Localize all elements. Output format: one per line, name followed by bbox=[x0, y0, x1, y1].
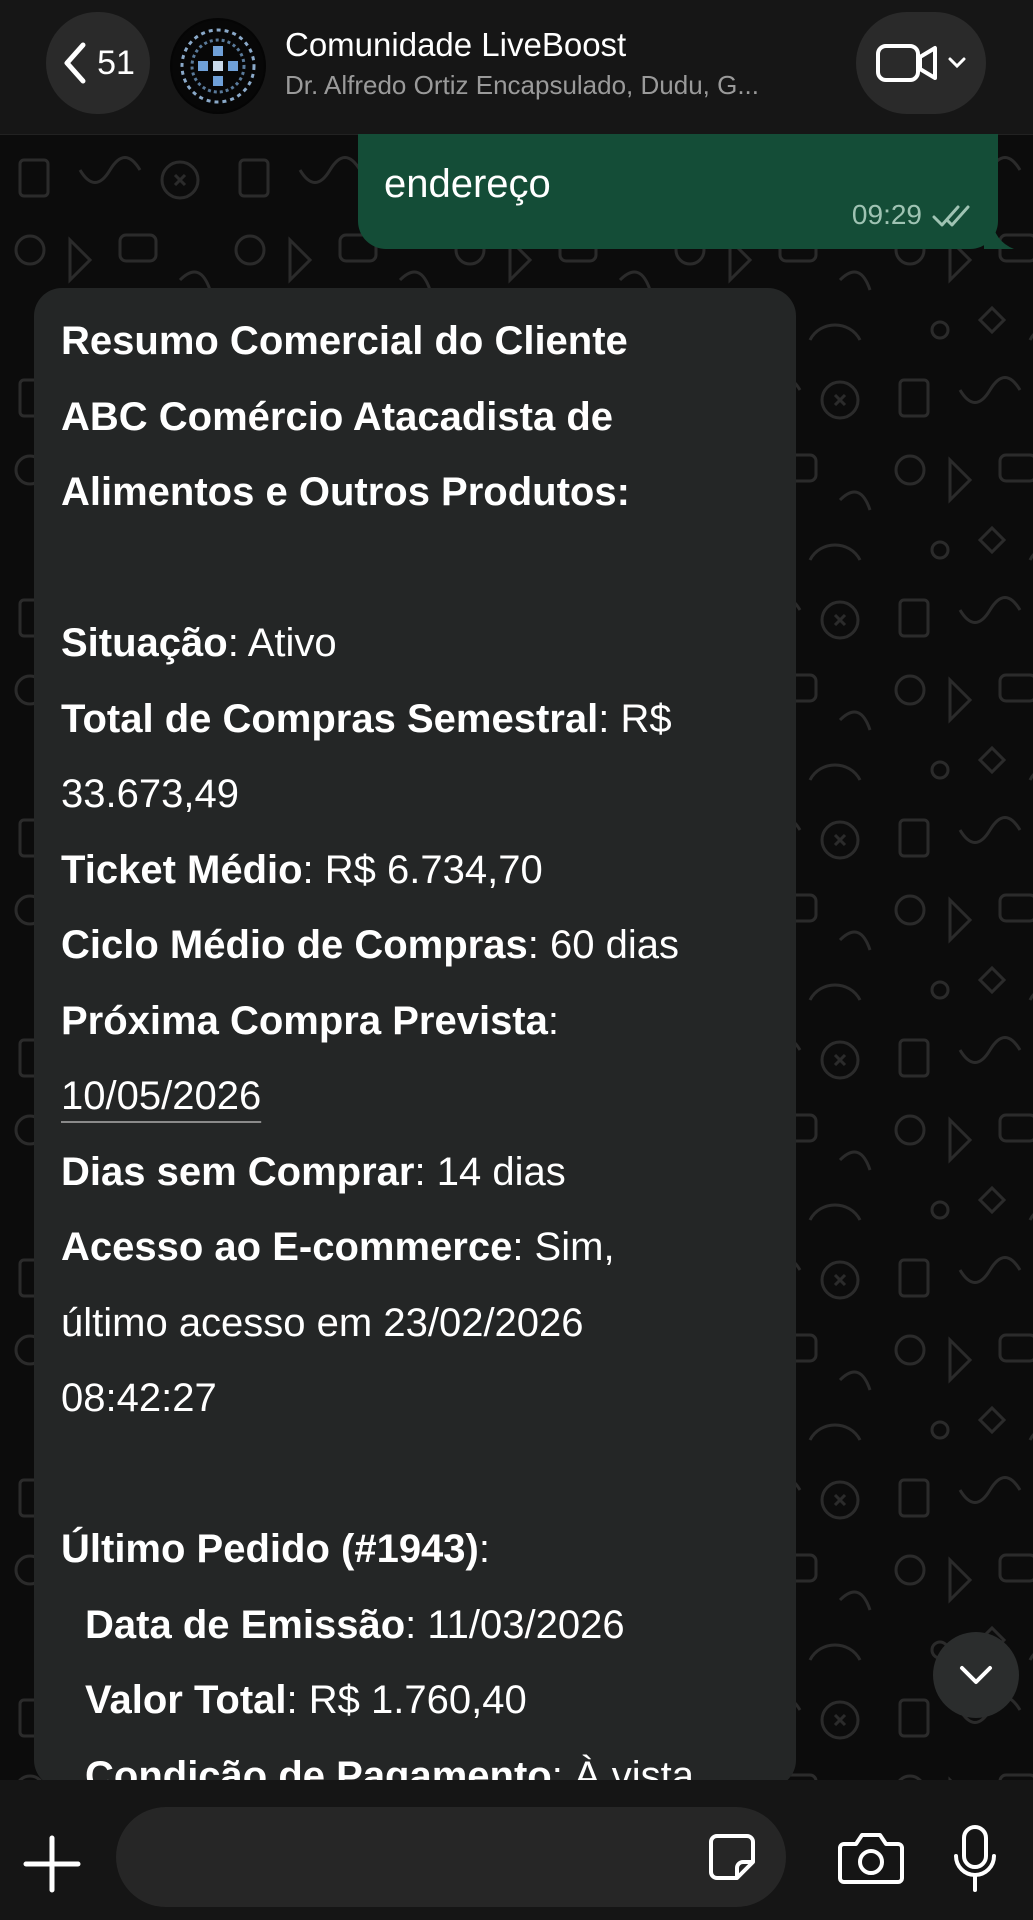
message-line-label: Último Pedido (#1943) bbox=[61, 1527, 479, 1571]
sticker-icon[interactable] bbox=[707, 1832, 757, 1882]
back-button[interactable]: 51 bbox=[46, 12, 150, 114]
camera-icon[interactable] bbox=[838, 1830, 904, 1884]
message-line-value: : Ativo bbox=[227, 621, 337, 665]
message-line-label: Resumo Comercial do Cliente bbox=[61, 319, 628, 363]
date-link[interactable]: 10/05/2026 bbox=[61, 1074, 261, 1118]
message-line-value: 08:42:27 bbox=[61, 1376, 217, 1420]
message-line: Acesso ao E-commerce: Sim, bbox=[61, 1210, 781, 1286]
message-line: 33.673,49 bbox=[61, 757, 781, 833]
message-line-value: : 14 dias bbox=[414, 1149, 566, 1194]
group-avatar[interactable] bbox=[170, 18, 266, 114]
message-line-label: Valor Total bbox=[85, 1678, 287, 1722]
message-line-value: : R$ 1.760,40 bbox=[286, 1678, 527, 1722]
message-line-value: : bbox=[547, 998, 559, 1043]
message-line-label: ABC Comércio Atacadista de bbox=[61, 394, 613, 439]
message-line-label: Situação bbox=[61, 621, 228, 665]
video-call-button[interactable] bbox=[856, 12, 986, 114]
read-receipt-icon bbox=[932, 205, 970, 227]
message-line-value: : 11/03/2026 bbox=[405, 1602, 625, 1647]
chevron-down-icon bbox=[948, 57, 966, 69]
chevron-down-icon bbox=[960, 1666, 992, 1684]
chat-participants[interactable]: Dr. Alfredo Ortiz Encapsulado, Dudu, G..… bbox=[285, 70, 830, 101]
chat-header: 51 Comunidade LiveBoost Dr. Alfredo Orti… bbox=[0, 0, 1033, 135]
unread-count: 51 bbox=[97, 43, 135, 82]
message-line: Valor Total: R$ 1.760,40 bbox=[61, 1663, 781, 1739]
message-line: Data de Emissão: 11/03/2026 bbox=[61, 1588, 781, 1664]
message-line-value: último acesso em 23/02/2026 bbox=[61, 1300, 584, 1345]
message-line: 10/05/2026 bbox=[61, 1059, 781, 1135]
message-line bbox=[61, 531, 781, 607]
message-input[interactable] bbox=[146, 1831, 706, 1881]
message-input-wrapper[interactable] bbox=[116, 1807, 786, 1907]
message-line: Total de Compras Semestral: R$ bbox=[61, 682, 781, 758]
message-line-label: Próxima Compra Prevista bbox=[61, 998, 548, 1043]
message-line-label: Ticket Médio bbox=[61, 847, 303, 892]
message-line-label: Alimentos e Outros Produtos: bbox=[61, 470, 630, 514]
plus-icon[interactable] bbox=[20, 1832, 84, 1896]
message-line: 08:42:27 bbox=[61, 1361, 781, 1437]
message-line-label: Ciclo Médio de Compras bbox=[61, 923, 528, 967]
outgoing-message[interactable]: endereço 09:29 bbox=[358, 134, 1014, 249]
message-line-value: 33.673,49 bbox=[61, 772, 239, 816]
message-line-label: Total de Compras Semestral bbox=[61, 696, 599, 741]
message-line: Resumo Comercial do Cliente bbox=[61, 304, 781, 380]
group-logo-icon bbox=[172, 20, 264, 112]
message-line: Alimentos e Outros Produtos: bbox=[61, 455, 781, 531]
message-line-value: : 60 dias bbox=[527, 923, 679, 967]
message-line: Ciclo Médio de Compras: 60 dias bbox=[61, 908, 781, 984]
bubble-tail bbox=[984, 219, 1014, 249]
message-line: Último Pedido (#1943): bbox=[61, 1512, 781, 1588]
message-line-label: Acesso ao E-commerce bbox=[61, 1225, 513, 1269]
message-line-value: : R$ bbox=[598, 696, 672, 741]
message-line: Situação: Ativo bbox=[61, 606, 781, 682]
message-timestamp: 09:29 bbox=[851, 199, 922, 230]
message-line: Ticket Médio: R$ 6.734,70 bbox=[61, 833, 781, 909]
message-line: ABC Comércio Atacadista de bbox=[61, 380, 781, 456]
composer-bar bbox=[0, 1780, 1033, 1920]
message-line: Dias sem Comprar: 14 dias bbox=[61, 1135, 781, 1211]
outgoing-message-text: endereço bbox=[384, 162, 551, 206]
message-line-label: Dias sem Comprar bbox=[61, 1149, 415, 1194]
microphone-icon[interactable] bbox=[952, 1824, 998, 1894]
incoming-message[interactable]: Resumo Comercial do Cliente ABC Comércio … bbox=[34, 288, 796, 1788]
chat-title[interactable]: Comunidade LiveBoost bbox=[285, 26, 626, 64]
incoming-message-text: Resumo Comercial do Cliente ABC Comércio … bbox=[61, 304, 781, 1788]
message-line: Próxima Compra Prevista: bbox=[61, 984, 781, 1060]
video-camera-icon bbox=[876, 44, 937, 82]
message-line bbox=[61, 1437, 781, 1513]
chevron-left-icon bbox=[64, 42, 86, 84]
message-line: último acesso em 23/02/2026 bbox=[61, 1286, 781, 1362]
message-line-value: : bbox=[478, 1527, 490, 1571]
message-line-value: : R$ 6.734,70 bbox=[302, 847, 543, 892]
message-line-label: Data de Emissão bbox=[85, 1602, 406, 1647]
message-line-value: : Sim, bbox=[512, 1225, 615, 1269]
scroll-to-bottom-button[interactable] bbox=[933, 1632, 1019, 1718]
